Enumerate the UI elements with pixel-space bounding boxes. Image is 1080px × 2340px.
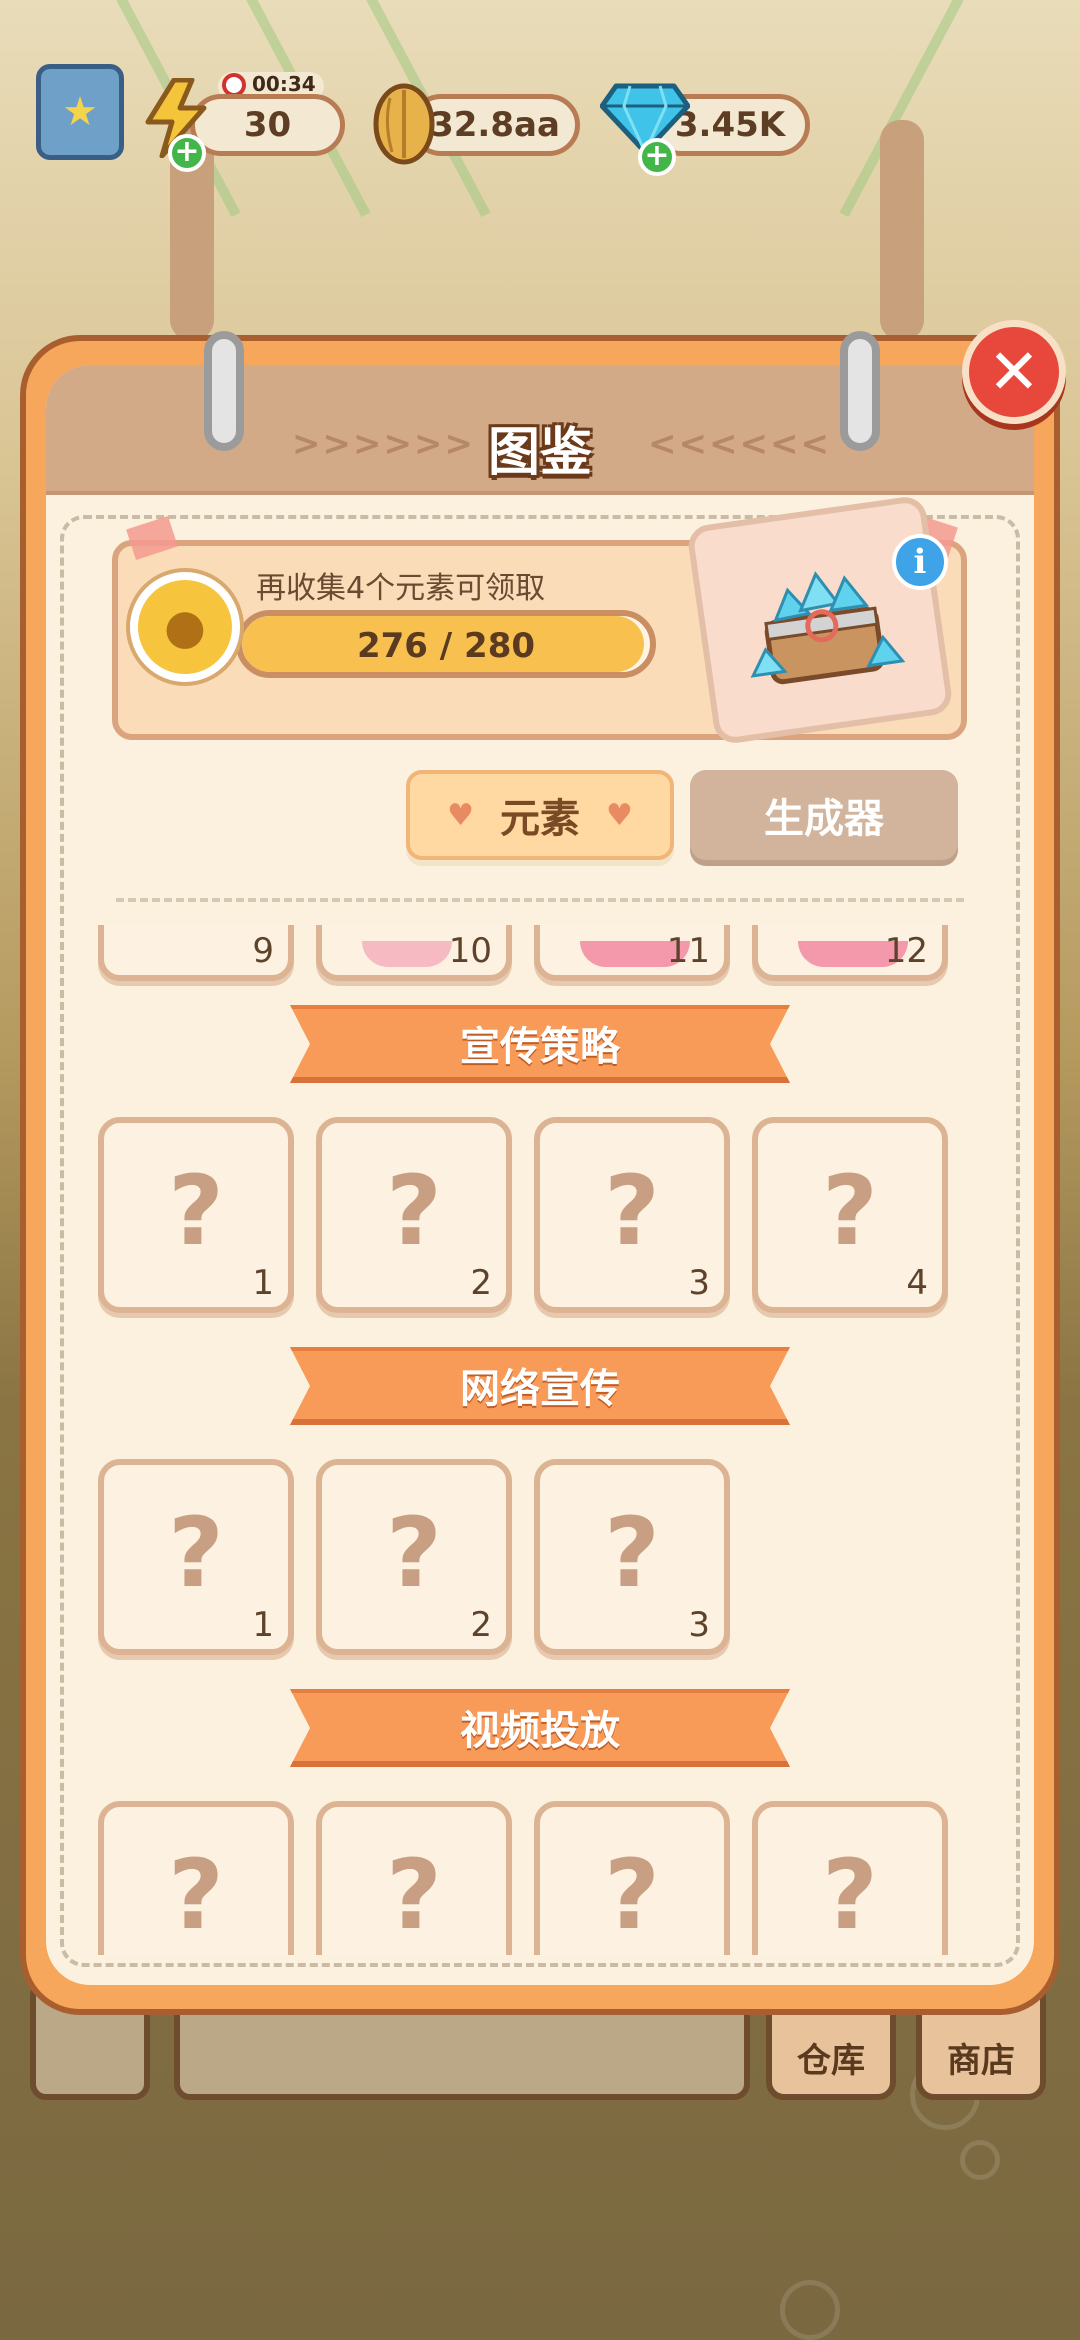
locked-element-card[interactable]: ? 2 bbox=[316, 1459, 512, 1655]
locked-element-card[interactable]: ? bbox=[98, 1801, 294, 1955]
progress-bar: 276 / 280 bbox=[236, 610, 656, 678]
element-art bbox=[362, 941, 452, 967]
card-number: 10 bbox=[448, 931, 492, 971]
locked-element-card[interactable]: ? bbox=[752, 1801, 948, 1955]
seed-value: 32.8aa bbox=[430, 105, 560, 145]
gem-chest-reward[interactable] bbox=[685, 494, 955, 746]
tab-generators-label: 生成器 bbox=[764, 796, 884, 842]
codex-grid-scroll[interactable]: 9 10 11 12 宣传策略 ? 1 ? 2 ? 3 ? 4 网络宣传 ? 1… bbox=[0, 925, 1080, 1955]
card-number: 3 bbox=[688, 1605, 710, 1645]
energy-counter[interactable]: 30 bbox=[190, 94, 345, 156]
background-bubble bbox=[960, 2140, 1000, 2180]
locked-element-card[interactable]: ? 3 bbox=[534, 1459, 730, 1655]
tab-divider bbox=[116, 898, 964, 902]
card-number: 4 bbox=[906, 1263, 928, 1303]
card-number: 2 bbox=[470, 1263, 492, 1303]
codex-book-button[interactable]: ★ bbox=[36, 64, 124, 160]
card-number: 11 bbox=[666, 931, 710, 971]
info-icon[interactable]: i bbox=[892, 534, 948, 590]
progress-label: 再收集4个元素可领取 bbox=[256, 571, 546, 606]
panel-title: 图鉴 bbox=[487, 423, 592, 483]
background-bubble bbox=[780, 2280, 840, 2340]
locked-element-card[interactable]: ? 1 bbox=[98, 1117, 294, 1313]
gem-value: 3.45K bbox=[674, 105, 786, 145]
title-right-arrows: <<<<<< bbox=[648, 424, 831, 464]
element-card[interactable]: 10 bbox=[316, 925, 512, 981]
locked-element-card[interactable]: ? bbox=[316, 1801, 512, 1955]
acorn-coin-icon: ● bbox=[130, 572, 240, 682]
question-mark-icon: ? bbox=[386, 1155, 442, 1267]
card-number: 12 bbox=[884, 931, 928, 971]
tab-generators[interactable]: 生成器 bbox=[690, 770, 958, 860]
question-mark-icon: ? bbox=[822, 1155, 878, 1267]
top-hud: ★ 00:34 30 + 32.8aa 3.45K + bbox=[0, 0, 1080, 180]
question-mark-icon: ? bbox=[386, 1497, 442, 1609]
question-mark-icon: ? bbox=[168, 1155, 224, 1267]
tab-elements-label: 元素 bbox=[500, 796, 580, 842]
card-number: 1 bbox=[252, 1263, 274, 1303]
card-number: 3 bbox=[688, 1263, 710, 1303]
energy-timer-text: 00:34 bbox=[252, 72, 316, 96]
warehouse-label: 仓库 bbox=[797, 2041, 865, 2081]
energy-value: 30 bbox=[243, 105, 292, 145]
question-mark-icon: ? bbox=[822, 1839, 878, 1951]
sunflower-seed-icon bbox=[368, 82, 440, 166]
tab-elements[interactable]: ♥ 元素 ♥ bbox=[406, 770, 674, 860]
card-number: 9 bbox=[252, 931, 274, 971]
locked-element-card[interactable]: ? 1 bbox=[98, 1459, 294, 1655]
section-banner: 视频投放 bbox=[290, 1689, 790, 1767]
close-button[interactable]: ✕ bbox=[962, 320, 1066, 424]
add-energy-plus-icon[interactable]: + bbox=[168, 134, 206, 172]
element-card[interactable]: 11 bbox=[534, 925, 730, 981]
card-number: 1 bbox=[252, 1605, 274, 1645]
progress-text: 276 / 280 bbox=[356, 626, 536, 666]
question-mark-icon: ? bbox=[386, 1839, 442, 1951]
section-banner: 宣传策略 bbox=[290, 1005, 790, 1083]
locked-element-card[interactable]: ? 3 bbox=[534, 1117, 730, 1313]
element-card[interactable]: 12 bbox=[752, 925, 948, 981]
question-mark-icon: ? bbox=[604, 1839, 660, 1951]
heart-icon: ♥ bbox=[447, 797, 474, 833]
locked-element-card[interactable]: ? 2 bbox=[316, 1117, 512, 1313]
book-star-icon: ★ bbox=[62, 89, 98, 135]
close-icon: ✕ bbox=[988, 335, 1040, 408]
question-mark-icon: ? bbox=[168, 1497, 224, 1609]
card-number: 2 bbox=[470, 1605, 492, 1645]
gem-chest-icon bbox=[750, 571, 906, 685]
shop-label: 商店 bbox=[947, 2041, 1015, 2081]
locked-element-card[interactable]: ? 4 bbox=[752, 1117, 948, 1313]
element-card[interactable]: 9 bbox=[98, 925, 294, 981]
section-banner: 网络宣传 bbox=[290, 1347, 790, 1425]
add-gem-plus-icon[interactable]: + bbox=[638, 138, 676, 176]
locked-element-card[interactable]: ? bbox=[534, 1801, 730, 1955]
question-mark-icon: ? bbox=[604, 1155, 660, 1267]
question-mark-icon: ? bbox=[604, 1497, 660, 1609]
heart-icon: ♥ bbox=[606, 797, 633, 833]
question-mark-icon: ? bbox=[168, 1839, 224, 1951]
